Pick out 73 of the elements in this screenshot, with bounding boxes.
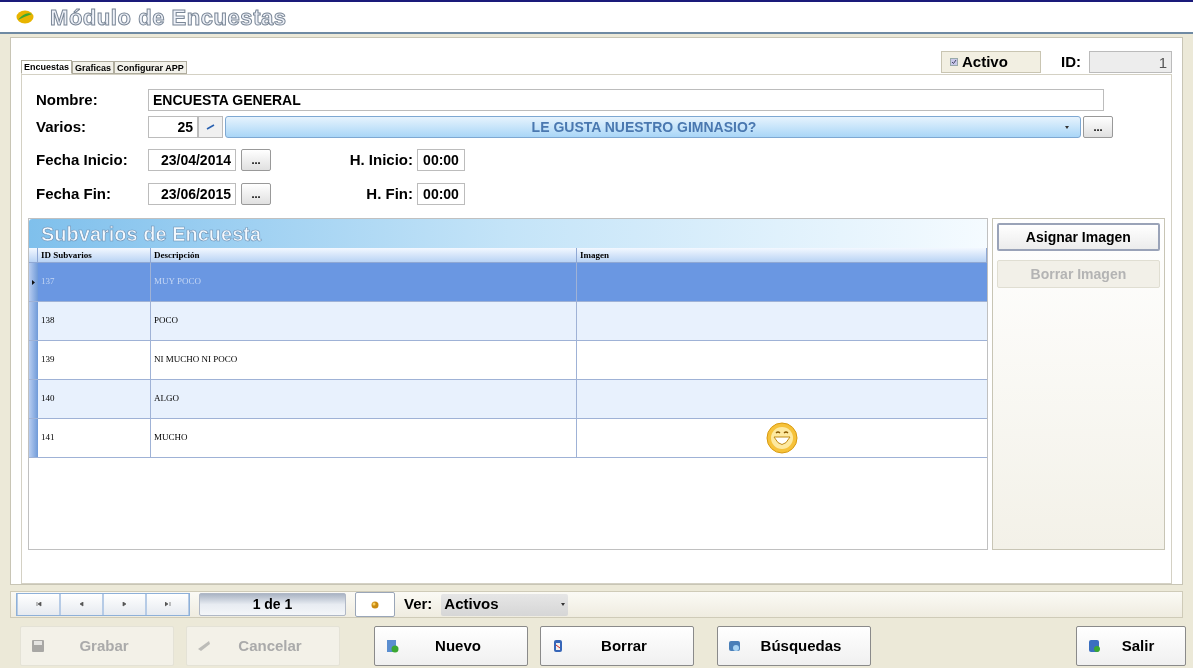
record-nav-button[interactable] bbox=[17, 594, 60, 615]
table-cell: MUY POCO bbox=[151, 263, 577, 301]
action-button[interactable]: Salir bbox=[1076, 626, 1186, 666]
tab[interactable]: Encuestas bbox=[21, 60, 73, 74]
table-row[interactable]: 141 MUCHO bbox=[29, 419, 987, 458]
next-record-icon bbox=[121, 602, 128, 607]
table-cell: ALGO bbox=[151, 380, 577, 418]
column-header[interactable]: Descripción bbox=[151, 248, 577, 262]
ball-icon bbox=[371, 600, 379, 609]
id-field[interactable]: 1 bbox=[1089, 50, 1172, 73]
brush-icon bbox=[197, 639, 211, 653]
record-counter: 1 de 1 bbox=[199, 593, 346, 616]
record-nav-button[interactable] bbox=[146, 594, 189, 615]
leaf-logo-icon bbox=[16, 10, 34, 24]
table-cell: 137 bbox=[38, 263, 151, 301]
code-field[interactable]: 25 bbox=[148, 116, 198, 138]
document-icon bbox=[728, 639, 742, 653]
ellipsis-button[interactable]: ... bbox=[241, 149, 271, 171]
ellipsis-button[interactable]: ... bbox=[1083, 116, 1113, 138]
field-label: Nombre: bbox=[36, 89, 99, 110]
action-button[interactable]: Borrar bbox=[540, 626, 694, 666]
pencil-icon bbox=[206, 124, 215, 130]
activo-checkbox[interactable]: Activo bbox=[941, 50, 1041, 73]
row-header bbox=[29, 341, 38, 379]
field-label: Fecha Fin: bbox=[36, 183, 112, 204]
table-cell: 138 bbox=[38, 302, 151, 340]
table-cell: POCO bbox=[151, 302, 577, 340]
image-button[interactable]: Asignar Imagen bbox=[996, 223, 1160, 251]
grid-title: Subvarios de Encuesta bbox=[29, 219, 987, 248]
time-field[interactable]: 00:00 bbox=[417, 183, 465, 205]
window-title: Módulo de Encuestas bbox=[50, 3, 287, 32]
first-record-icon bbox=[35, 602, 42, 607]
filter-label: Ver: bbox=[404, 594, 433, 615]
field-label: Fecha Inicio: bbox=[36, 149, 129, 170]
name-field[interactable]: ENCUESTA GENERAL bbox=[148, 89, 1104, 111]
date-field[interactable]: 23/04/2014 bbox=[148, 149, 236, 171]
lookup-button[interactable] bbox=[198, 116, 223, 138]
action-button[interactable]: Nuevo bbox=[374, 626, 528, 666]
row-header bbox=[29, 302, 38, 340]
document-icon bbox=[1087, 639, 1101, 653]
action-button[interactable]: Búsquedas bbox=[717, 626, 871, 666]
row-header bbox=[29, 419, 38, 457]
id-label: ID: bbox=[1061, 51, 1081, 72]
clipboard-icon bbox=[551, 639, 565, 653]
table-row[interactable]: 139 NI MUCHO NI POCO bbox=[29, 341, 987, 380]
record-nav-button[interactable] bbox=[60, 594, 103, 615]
table-cell: 141 bbox=[38, 419, 151, 457]
record-nav-button[interactable] bbox=[103, 594, 146, 615]
table-row[interactable]: 138 POCO bbox=[29, 302, 987, 341]
ellipsis-button[interactable]: ... bbox=[241, 183, 271, 205]
previous-record-icon bbox=[78, 602, 85, 607]
table-cell: MUCHO bbox=[151, 419, 577, 457]
column-header[interactable]: Imagen bbox=[577, 248, 987, 262]
filter-dropdown[interactable]: Activos bbox=[441, 593, 569, 616]
column-header[interactable]: ID Subvarios bbox=[38, 248, 151, 262]
refresh-button[interactable] bbox=[355, 592, 395, 617]
tab[interactable]: Configurar APP bbox=[114, 61, 187, 74]
time-label: H. Fin: bbox=[365, 183, 414, 204]
last-record-icon bbox=[164, 602, 171, 607]
smiley-icon bbox=[765, 422, 798, 454]
date-field[interactable]: 23/06/2015 bbox=[148, 183, 236, 205]
current-row-arrow-icon bbox=[32, 279, 35, 285]
caret-icon bbox=[561, 603, 566, 606]
table-cell: 140 bbox=[38, 380, 151, 418]
row-header bbox=[29, 380, 38, 418]
field-label: Varios: bbox=[36, 116, 88, 137]
document-icon bbox=[385, 639, 399, 653]
tab[interactable]: Graficas bbox=[72, 61, 115, 74]
table-cell: 139 bbox=[38, 341, 151, 379]
time-label: H. Inicio: bbox=[348, 149, 414, 170]
table-cell: NI MUCHO NI POCO bbox=[151, 341, 577, 379]
time-field[interactable]: 00:00 bbox=[417, 149, 465, 171]
table-row[interactable]: 140 ALGO bbox=[29, 380, 987, 419]
